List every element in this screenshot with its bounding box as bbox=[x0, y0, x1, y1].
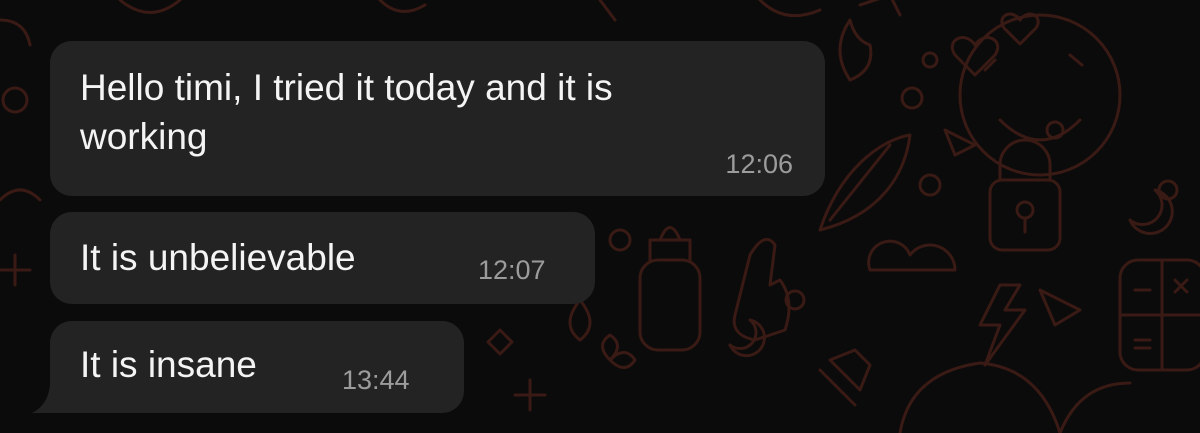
message-text: Hello timi, I tried it today and it is w… bbox=[80, 67, 613, 157]
circle-doodle-icon bbox=[918, 173, 942, 197]
shape-doodle-icon bbox=[118, 0, 182, 14]
pin-doodle-icon bbox=[818, 348, 872, 407]
circle-doodle-icon bbox=[921, 51, 939, 69]
lock-doodle-icon bbox=[988, 138, 1062, 252]
shape-doodle-icon bbox=[0, 253, 32, 287]
message-bubble[interactable]: Hello timi, I tried it today and it is w… bbox=[50, 41, 825, 196]
calculator-doodle-icon bbox=[1118, 258, 1200, 372]
message-timestamp: 12:06 bbox=[725, 149, 793, 179]
shape-doodle-icon bbox=[378, 0, 427, 13]
shape-doodle-icon bbox=[0, 18, 32, 47]
shape-doodle-icon bbox=[1058, 381, 1132, 433]
message-text: It is insane bbox=[80, 344, 257, 385]
message-text: It is unbelievable bbox=[80, 237, 356, 278]
message-timestamp: 12:07 bbox=[478, 255, 546, 285]
flower-doodle-icon bbox=[601, 333, 637, 369]
shape-doodle-icon bbox=[858, 0, 902, 17]
shape-doodle-icon bbox=[758, 0, 822, 18]
lightning-doodle-icon bbox=[978, 283, 1027, 367]
hand-doodle-icon bbox=[732, 237, 791, 342]
message-timestamp: 13:44 bbox=[342, 365, 410, 395]
message-bubble[interactable]: It is insane 13:44 bbox=[50, 321, 464, 413]
circle-doodle-icon bbox=[900, 86, 924, 110]
circle-doodle-icon bbox=[1, 86, 29, 114]
cloud-doodle-icon bbox=[867, 239, 957, 272]
circle-doodle-icon bbox=[608, 228, 632, 252]
drop-doodle-icon bbox=[568, 298, 592, 342]
flame-doodle-icon bbox=[838, 18, 873, 82]
message-bubble[interactable]: It is unbelievable 12:07 bbox=[50, 212, 595, 304]
bottle-doodle-icon bbox=[638, 226, 702, 352]
shape-doodle-icon bbox=[898, 361, 1062, 433]
heart-doodle-icon bbox=[1000, 12, 1040, 46]
heart-doodle-icon bbox=[951, 36, 999, 77]
pointer-doodle-icon bbox=[1038, 288, 1082, 327]
shape-doodle-icon bbox=[0, 188, 42, 202]
shape-doodle-icon bbox=[598, 0, 617, 22]
diamond-doodle-icon bbox=[486, 328, 514, 356]
plus-doodle-icon bbox=[513, 378, 547, 412]
moon-doodle-icon bbox=[1128, 188, 1174, 235]
chat-view[interactable]: Hello timi, I tried it today and it is w… bbox=[0, 0, 1200, 433]
